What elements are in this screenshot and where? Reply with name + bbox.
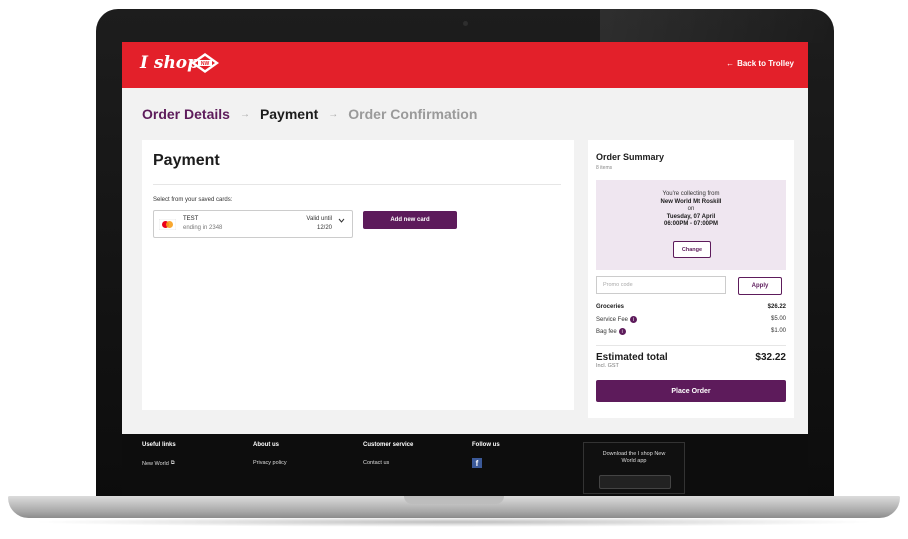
- external-link-icon: ⧉: [170, 460, 175, 466]
- estimated-total-value: $32.22: [755, 352, 786, 363]
- store-name: New World Mt Roskill: [660, 198, 722, 205]
- collection-details: You're collecting from New World Mt Rosk…: [596, 191, 786, 229]
- footer-privacy-link[interactable]: Privacy policy: [253, 460, 287, 466]
- groceries-row: Groceries $26.22: [596, 304, 786, 310]
- card-name: TEST: [183, 216, 199, 222]
- footer-follow: Follow us f: [472, 442, 500, 468]
- collect-on: on: [687, 206, 695, 212]
- order-summary-title: Order Summary: [596, 152, 665, 162]
- payment-panel: Payment Select from your saved cards: TE…: [142, 140, 574, 410]
- laptop-notch: [404, 496, 504, 504]
- item-count: 8 items: [596, 165, 613, 171]
- divider: [596, 345, 786, 346]
- payment-title: Payment: [153, 152, 220, 169]
- site-footer: Useful links New World ⧉ About us Privac…: [122, 434, 808, 502]
- service-fee-label: Service Fee: [596, 316, 629, 323]
- laptop-screen: I shop NW ← Back to Trolley Order Detail…: [122, 42, 808, 502]
- footer-heading: Useful links: [142, 442, 176, 448]
- service-fee-row: Service Fee i $5.00: [596, 316, 786, 323]
- chevron-down-icon: [338, 218, 345, 223]
- footer-heading: Customer service: [363, 442, 414, 448]
- bag-fee-value: $1.00: [770, 328, 786, 334]
- app-text-line: Download the I shop New: [602, 451, 666, 457]
- checkout-steps: Order Details → Payment → Order Confirma…: [142, 106, 477, 122]
- estimated-total-row: Estimated total $32.22: [596, 352, 786, 363]
- badge-text: NW: [201, 61, 210, 67]
- saved-card-select[interactable]: TEST ending in 2348 Valid until 12/20: [153, 210, 353, 238]
- mastercard-icon: [159, 219, 176, 230]
- collect-line: You're collecting from: [662, 191, 720, 197]
- footer-heading: Follow us: [472, 442, 500, 448]
- apply-button[interactable]: Apply: [738, 277, 782, 295]
- card-valid-date: 12/20: [316, 225, 332, 231]
- step-order-confirmation: Order Confirmation: [348, 106, 478, 122]
- facebook-icon[interactable]: f: [472, 458, 482, 468]
- step-arrow-icon: →: [328, 108, 339, 120]
- collection-info-box: You're collecting from New World Mt Rosk…: [596, 180, 786, 270]
- divider: [153, 184, 561, 185]
- footer-contact-link[interactable]: Contact us: [363, 460, 413, 466]
- add-new-card-button[interactable]: Add new card: [363, 211, 457, 229]
- step-payment: Payment: [259, 106, 319, 122]
- order-summary-panel: Order Summary 8 items You're collecting …: [588, 140, 794, 418]
- back-to-trolley-label: Back to Trolley: [737, 59, 794, 68]
- collect-time: 06:00PM - 07:00PM: [663, 221, 719, 227]
- webcam: [463, 21, 468, 26]
- footer-link-label: New World: [142, 460, 169, 467]
- app-text-line: World app: [621, 458, 647, 464]
- footer-useful-links: Useful links New World ⧉: [142, 442, 176, 467]
- card-ending: ending in 2348: [183, 225, 223, 231]
- groceries-value: $26.22: [767, 304, 786, 310]
- bag-fee-label: Bag fee: [596, 328, 617, 335]
- estimated-total-label: Estimated total: [596, 352, 668, 363]
- bag-fee-row: Bag fee i $1.00: [596, 328, 786, 335]
- info-icon[interactable]: i: [618, 328, 626, 335]
- collect-date: Tuesday, 07 April: [666, 213, 716, 220]
- back-to-trolley-link[interactable]: ← Back to Trolley: [726, 59, 794, 68]
- change-button[interactable]: Change: [673, 241, 711, 258]
- saved-cards-label: Select from your saved cards:: [153, 197, 233, 203]
- back-arrow-icon: ←: [726, 59, 735, 68]
- app-download-text: Download the I shop New World app: [584, 451, 684, 465]
- service-fee-value: $5.00: [770, 316, 786, 322]
- step-arrow-icon: →: [239, 108, 250, 120]
- new-world-badge-icon: NW: [191, 53, 219, 73]
- info-icon[interactable]: i: [630, 316, 638, 323]
- gst-note: Incl. GST: [596, 363, 619, 369]
- footer-heading: About us: [253, 442, 279, 448]
- footer-customer-service: Customer service Contact us: [363, 442, 413, 466]
- footer-about: About us Privacy policy: [253, 442, 287, 466]
- card-valid-label: Valid until: [306, 216, 332, 222]
- groceries-label: Groceries: [596, 304, 625, 310]
- screen-glare: [600, 9, 832, 43]
- promo-code-input[interactable]: Promo code: [596, 276, 726, 294]
- step-order-details[interactable]: Order Details: [142, 106, 230, 122]
- footer-new-world-link[interactable]: New World ⧉: [142, 460, 176, 467]
- app-store-badge[interactable]: [599, 475, 671, 489]
- app-download-box: Download the I shop New World app: [583, 442, 685, 494]
- site-header: I shop NW ← Back to Trolley: [122, 42, 808, 88]
- laptop-shadow: [30, 517, 878, 527]
- place-order-button[interactable]: Place Order: [596, 380, 786, 402]
